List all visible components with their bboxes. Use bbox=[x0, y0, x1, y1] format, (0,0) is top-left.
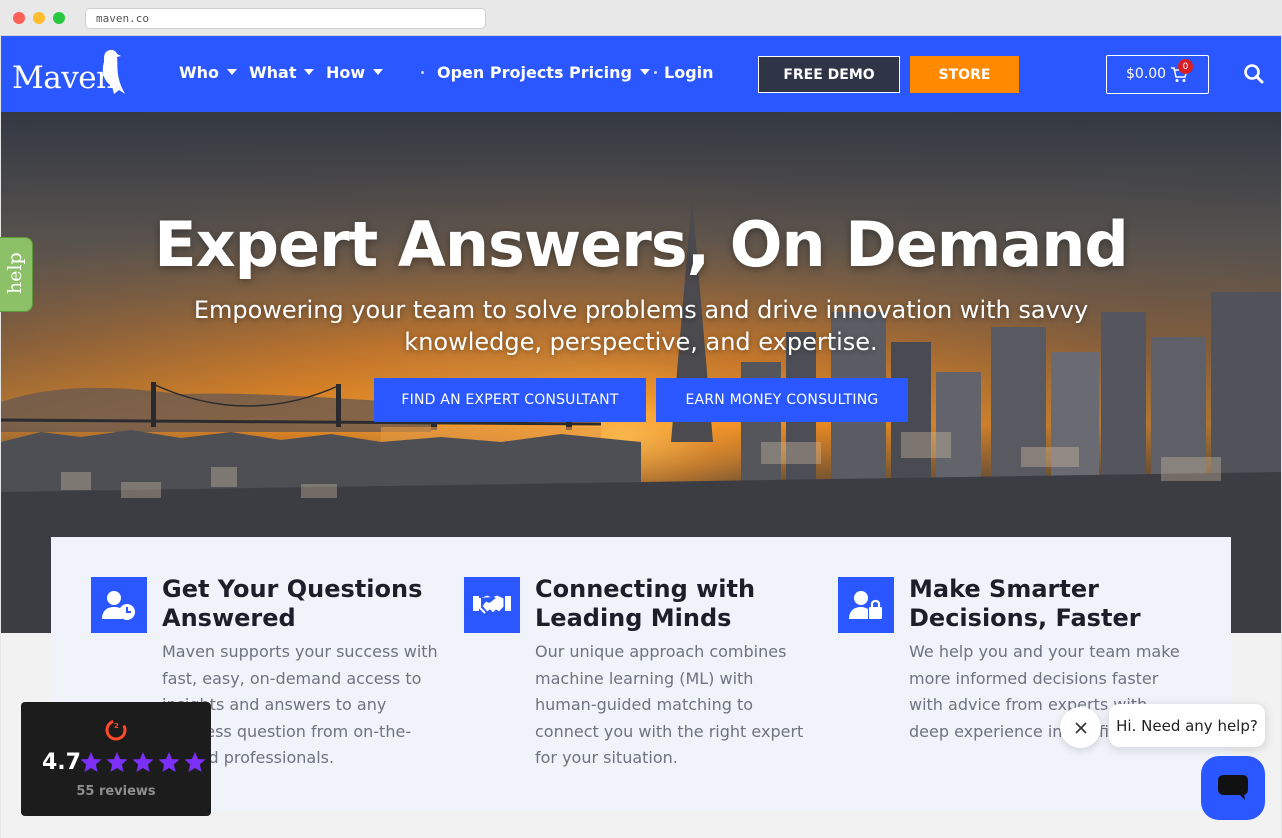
user-clock-icon bbox=[91, 577, 147, 633]
site-header: Maven Who What How Open Projects Pricing… bbox=[1, 36, 1281, 112]
search-icon[interactable] bbox=[1243, 63, 1265, 85]
hero-title: Expert Answers, On Demand bbox=[154, 208, 1128, 281]
nav-separator bbox=[558, 71, 561, 74]
help-tab-label: help bbox=[4, 252, 26, 294]
cart-count-badge: 0 bbox=[1178, 59, 1193, 74]
earn-money-button[interactable]: EARN MONEY CONSULTING bbox=[656, 378, 908, 422]
nav-what[interactable]: What bbox=[249, 63, 315, 82]
chat-greeting-bubble[interactable]: Hi. Need any help? bbox=[1109, 704, 1265, 747]
feature-text: Our unique approach combines machine lea… bbox=[535, 642, 804, 767]
close-window-button[interactable] bbox=[13, 12, 25, 24]
nav-separator bbox=[421, 71, 424, 74]
maximize-window-button[interactable] bbox=[53, 12, 65, 24]
user-lock-icon bbox=[838, 577, 894, 633]
nav-who[interactable]: Who bbox=[179, 63, 238, 82]
chat-icon bbox=[1218, 775, 1248, 800]
store-button[interactable]: STORE bbox=[910, 56, 1019, 93]
nav-how[interactable]: How bbox=[326, 63, 384, 82]
minimize-window-button[interactable] bbox=[33, 12, 45, 24]
g2-logo-icon: 2 bbox=[105, 719, 127, 741]
nav-login[interactable]: Login bbox=[664, 63, 714, 82]
chevron-down-icon bbox=[227, 69, 238, 75]
five-star-rating-icon bbox=[80, 752, 206, 772]
chevron-down-icon bbox=[304, 69, 315, 75]
address-bar[interactable]: maven.co bbox=[85, 8, 486, 29]
browser-chrome: maven.co bbox=[0, 0, 1282, 36]
help-tab[interactable]: help bbox=[0, 237, 33, 312]
nav-separator bbox=[654, 71, 657, 74]
close-icon bbox=[1074, 721, 1087, 734]
svg-text:2: 2 bbox=[114, 722, 119, 730]
feature-title: Get Your Questions Answered bbox=[162, 575, 423, 632]
handshake-icon bbox=[464, 577, 520, 633]
cart-button[interactable]: $0.00 0 bbox=[1106, 55, 1209, 94]
raven-icon bbox=[102, 49, 125, 94]
hero-subtitle: Empowering your team to solve problems a… bbox=[193, 296, 1089, 356]
chevron-down-icon bbox=[639, 69, 650, 75]
g2-rating-widget[interactable]: 2 4.7 55 reviews bbox=[21, 702, 211, 816]
nav-pricing[interactable]: Pricing bbox=[569, 63, 650, 82]
g2-rating-value: 4.7 bbox=[42, 750, 81, 775]
cart-amount: $0.00 bbox=[1126, 66, 1167, 82]
nav-open-projects[interactable]: Open Projects bbox=[437, 63, 563, 82]
find-expert-button[interactable]: FIND AN EXPERT CONSULTANT bbox=[374, 378, 646, 422]
chat-launcher-button[interactable] bbox=[1201, 756, 1265, 820]
feature-title: Make Smarter Decisions, Faster bbox=[909, 575, 1141, 632]
g2-review-count: 55 reviews bbox=[76, 784, 156, 799]
close-chat-bubble-button[interactable] bbox=[1060, 707, 1101, 748]
feature-title: Connecting with Leading Minds bbox=[535, 575, 756, 632]
features-panel: Get Your Questions Answered Maven suppor… bbox=[51, 537, 1231, 811]
free-demo-button[interactable]: FREE DEMO bbox=[758, 56, 900, 93]
chevron-down-icon bbox=[373, 69, 384, 75]
